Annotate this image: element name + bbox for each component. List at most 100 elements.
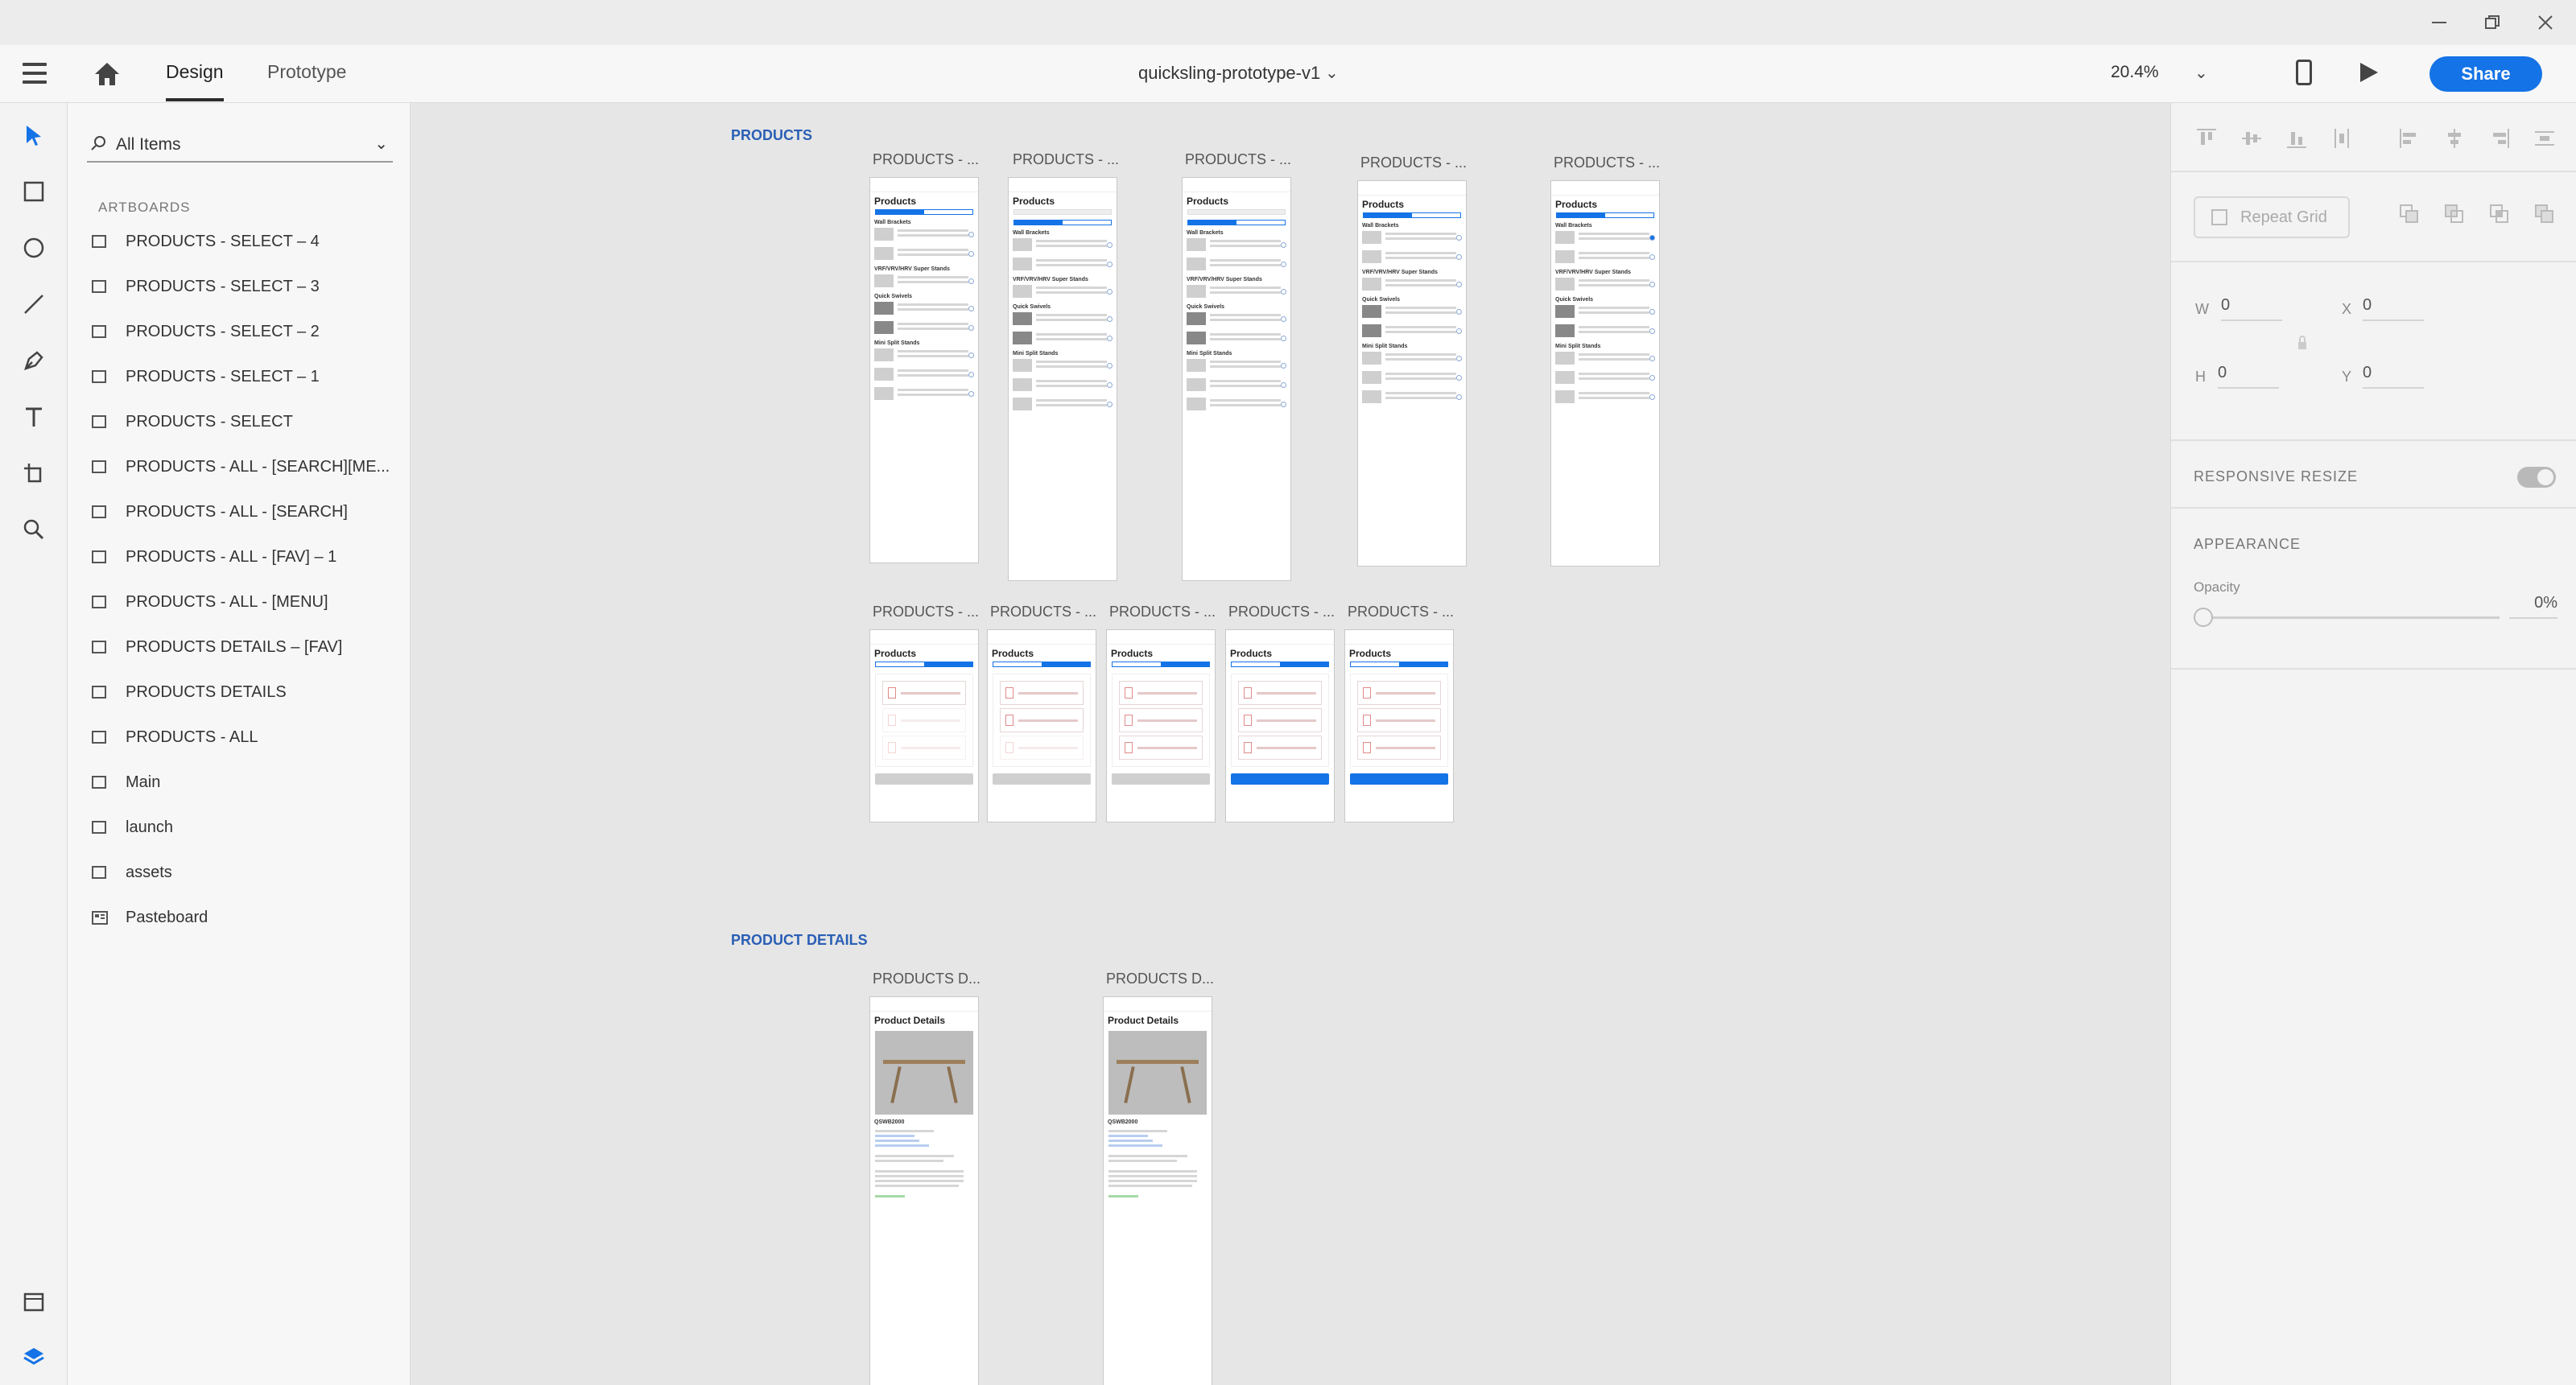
chevron-down-icon[interactable]: ⌄ [1325, 63, 1339, 83]
layer-item[interactable]: PRODUCTS - ALL - [SEARCH][ME... [87, 451, 401, 483]
artboard-tool-icon[interactable] [19, 459, 48, 488]
opacity-slider-track[interactable] [2205, 616, 2500, 619]
y-field[interactable]: 0 [2363, 364, 2424, 389]
artboard-products-select-4[interactable]: Products [1344, 629, 1454, 822]
layer-item[interactable]: assets [87, 856, 401, 888]
responsive-resize-toggle[interactable] [2517, 467, 2556, 488]
mini-confirm-button [1112, 773, 1210, 785]
artboard-products-select[interactable]: Products [869, 629, 979, 822]
design-canvas[interactable]: PRODUCTS PRODUCT DETAILS PRODUCTS - ... … [411, 103, 2170, 1385]
lock-aspect-icon[interactable] [2297, 335, 2308, 351]
align-left-icon[interactable] [2398, 127, 2421, 150]
artboard-products-details[interactable]: Product Details QSWB2000 [869, 996, 979, 1385]
layer-item[interactable]: PRODUCTS - ALL [87, 721, 401, 753]
artboard-name[interactable]: PRODUCTS - ... [1109, 604, 1216, 620]
x-field[interactable]: 0 [2363, 296, 2424, 321]
distribute-vertical-icon[interactable] [2330, 127, 2353, 150]
artboard-name[interactable]: PRODUCTS - ... [873, 151, 979, 168]
ellipse-tool-icon[interactable] [19, 233, 48, 262]
layer-item[interactable]: PRODUCTS - ALL - [SEARCH] [87, 496, 401, 528]
artboard-name[interactable]: PRODUCTS - ... [990, 604, 1096, 620]
layer-item[interactable]: Main [87, 766, 401, 798]
zoom-tool-icon[interactable] [19, 515, 48, 544]
artboard-products-list[interactable]: Products Wall Brackets VRF/VRV/HRV Super… [869, 177, 979, 563]
align-top-icon[interactable] [2195, 127, 2218, 150]
layer-item[interactable]: PRODUCTS - ALL - [MENU] [87, 586, 401, 618]
artboards-section-label: ARTBOARDS [98, 200, 191, 215]
height-field[interactable]: 0 [2218, 364, 2279, 389]
artboard-name[interactable]: PRODUCTS - ... [1228, 604, 1335, 620]
layers-filter-dropdown[interactable]: All Items ⌄ [87, 129, 393, 163]
group-label-products[interactable]: PRODUCTS [731, 127, 812, 144]
artboard-products-search[interactable]: Products Wall Brackets VRF/VRV/HRV Super… [1008, 177, 1117, 581]
layer-item[interactable]: PRODUCTS DETAILS – [FAV] [87, 631, 401, 663]
layer-item[interactable]: PRODUCTS - SELECT – 1 [87, 361, 401, 393]
layer-item-pasteboard[interactable]: Pasteboard [87, 901, 401, 934]
distribute-horizontal-icon[interactable] [2533, 127, 2556, 150]
restore-icon[interactable] [2476, 6, 2508, 39]
artboard-name[interactable]: PRODUCTS - ... [1360, 155, 1467, 171]
mini-section-title: VRF/VRV/HRV Super Stands [1187, 277, 1262, 282]
hamburger-menu-icon[interactable] [23, 63, 47, 84]
exclude-boolean-icon[interactable] [2533, 203, 2556, 225]
artboard-products-details-fav[interactable]: Product Details QSWB2000 [1103, 996, 1212, 1385]
mini-section-title: VRF/VRV/HRV Super Stands [874, 266, 950, 272]
text-tool-icon[interactable] [19, 402, 48, 431]
app-header: Design Prototype quicksling-prototype-v1… [0, 45, 2576, 103]
zoom-chevron-down-icon[interactable]: ⌄ [2194, 63, 2208, 83]
zoom-level[interactable]: 20.4% [2111, 63, 2159, 82]
rectangle-tool-icon[interactable] [19, 177, 48, 206]
minimize-icon[interactable] [2423, 6, 2455, 39]
repeat-grid-button[interactable]: Repeat Grid [2194, 196, 2350, 238]
list-item [1555, 305, 1655, 318]
mini-select-field [882, 736, 966, 760]
layer-item[interactable]: PRODUCTS - SELECT – 4 [87, 225, 401, 258]
assets-panel-icon[interactable] [19, 1288, 48, 1317]
layers-panel-icon[interactable] [19, 1342, 48, 1371]
add-boolean-icon[interactable] [2398, 203, 2421, 225]
artboard-name[interactable]: PRODUCTS D... [873, 971, 980, 987]
width-field[interactable]: 0 [2221, 296, 2282, 321]
layer-item[interactable]: PRODUCTS - SELECT – 3 [87, 270, 401, 303]
artboard-products-select-1[interactable]: Products [987, 629, 1096, 822]
artboard-name[interactable]: PRODUCTS - ... [1348, 604, 1454, 620]
align-bottom-icon[interactable] [2285, 127, 2308, 150]
mini-product-code: QSWB2000 [1108, 1119, 1138, 1125]
artboard-name[interactable]: PRODUCTS - ... [1554, 155, 1660, 171]
opacity-slider-handle[interactable] [2194, 608, 2213, 627]
pen-tool-icon[interactable] [19, 346, 48, 375]
play-preview-icon[interactable] [2360, 63, 2378, 82]
layer-item[interactable]: PRODUCTS DETAILS [87, 676, 401, 708]
artboard-products-select-2[interactable]: Products [1106, 629, 1216, 822]
artboard-products-search-menu[interactable]: Products Wall Brackets VRF/VRV/HRV Super… [1182, 177, 1291, 581]
artboard-products-fav[interactable]: Products Wall Brackets VRF/VRV/HRV Super… [1357, 180, 1467, 567]
intersect-boolean-icon[interactable] [2488, 203, 2511, 225]
close-icon[interactable] [2529, 6, 2562, 39]
artboard-name[interactable]: PRODUCTS - ... [1185, 151, 1291, 168]
tab-design[interactable]: Design [166, 61, 224, 101]
artboard-name[interactable]: PRODUCTS - ... [1013, 151, 1119, 168]
device-preview-icon[interactable] [2296, 60, 2312, 85]
subtract-boolean-icon[interactable] [2443, 203, 2466, 225]
layer-item[interactable]: PRODUCTS - SELECT [87, 406, 401, 438]
document-title[interactable]: quicksling-prototype-v1 [1138, 63, 1320, 84]
artboard-products-fav-1[interactable]: Products Wall Brackets VRF/VRV/HRV Super… [1550, 180, 1660, 567]
layer-item[interactable]: PRODUCTS - SELECT – 2 [87, 315, 401, 348]
group-label-product-details[interactable]: PRODUCT DETAILS [731, 932, 868, 949]
artboard-name[interactable]: PRODUCTS - ... [873, 604, 979, 620]
opacity-field[interactable]: 0% [2509, 594, 2557, 619]
mini-section-title: VRF/VRV/HRV Super Stands [1555, 270, 1631, 275]
align-middle-icon[interactable] [2240, 127, 2263, 150]
tab-prototype[interactable]: Prototype [267, 61, 346, 101]
artboard-name[interactable]: PRODUCTS D... [1106, 971, 1214, 987]
mini-status-bar [870, 178, 978, 192]
layer-item[interactable]: PRODUCTS - ALL - [FAV] – 1 [87, 541, 401, 573]
home-icon[interactable] [93, 61, 121, 87]
align-center-icon[interactable] [2443, 127, 2466, 150]
line-tool-icon[interactable] [19, 290, 48, 319]
artboard-products-select-3[interactable]: Products [1225, 629, 1335, 822]
align-right-icon[interactable] [2488, 127, 2511, 150]
select-tool-icon[interactable] [19, 121, 48, 150]
share-button[interactable]: Share [2429, 56, 2542, 92]
layer-item[interactable]: launch [87, 811, 401, 843]
